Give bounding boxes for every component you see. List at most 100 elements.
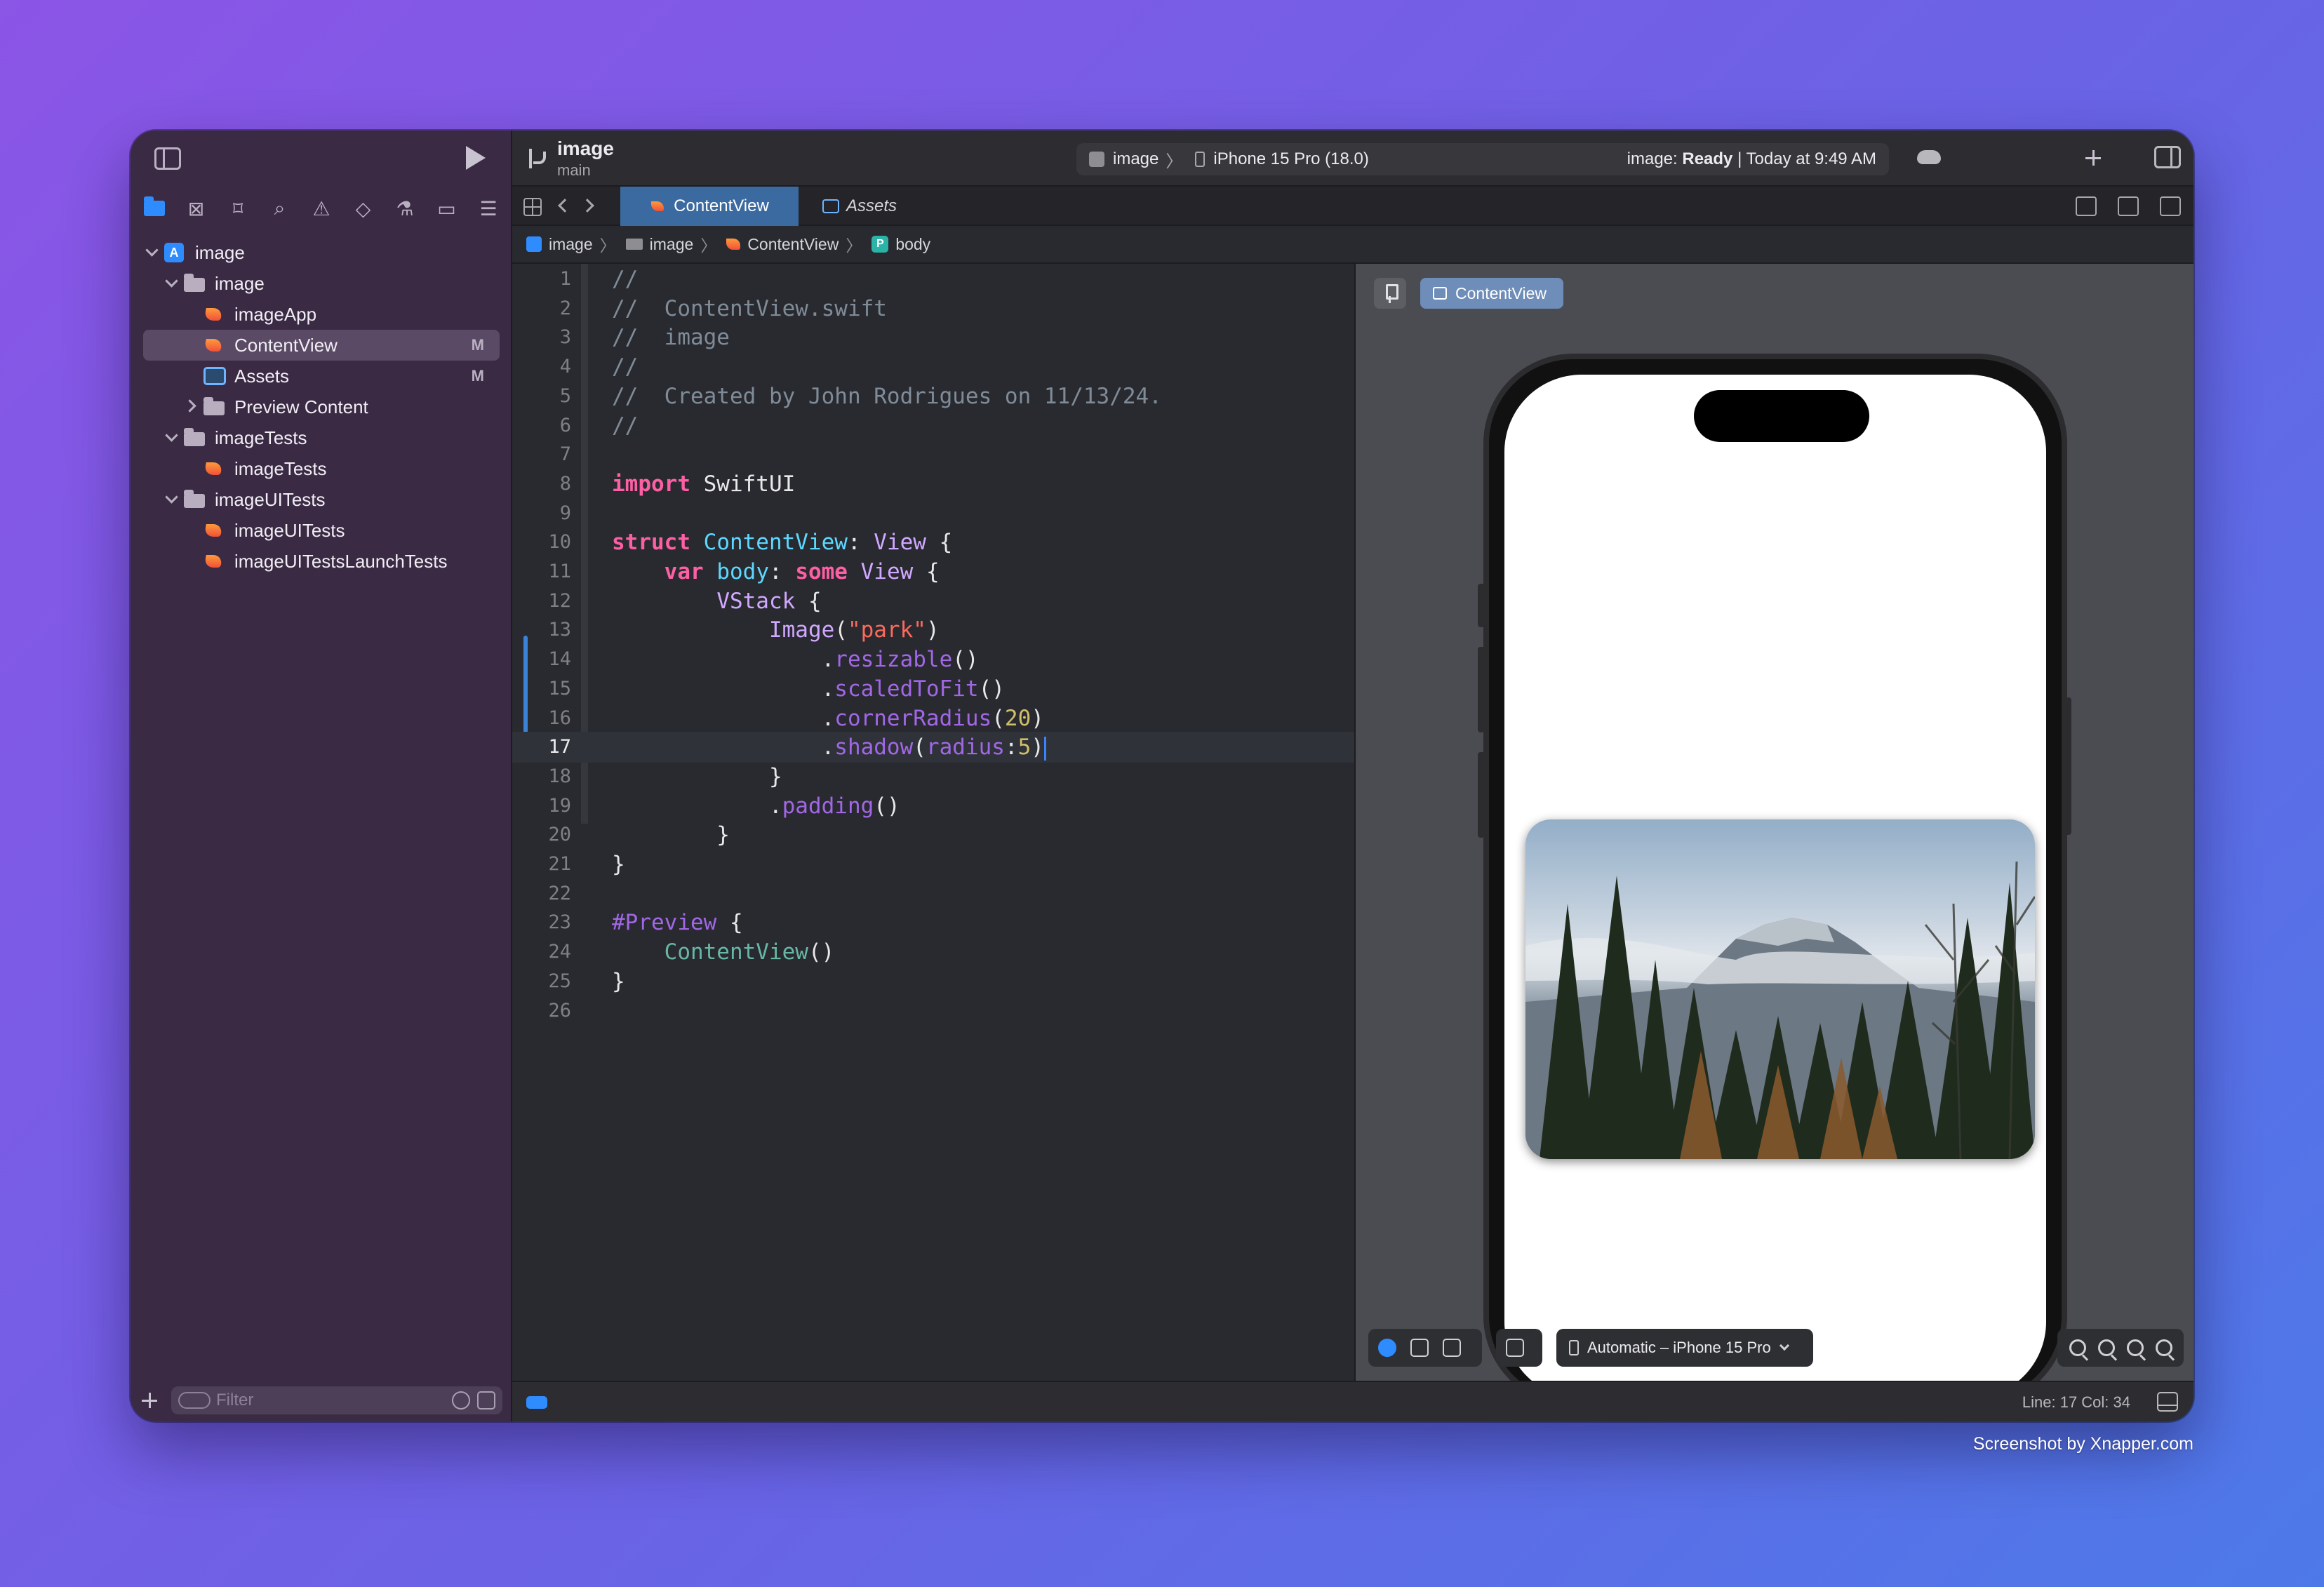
find-search-icon[interactable]: ⌕	[266, 194, 294, 222]
code-line[interactable]: 25}	[512, 966, 1354, 997]
report-icon[interactable]: ☰	[474, 194, 502, 222]
code-text: // ContentView.swift	[612, 295, 887, 321]
zoom-fit-icon[interactable]	[2097, 1339, 2115, 1356]
code-line[interactable]: 8 import SwiftUI	[512, 469, 1354, 500]
park-image[interactable]	[1525, 819, 2035, 1159]
project-navigator-folder-icon[interactable]	[140, 194, 168, 222]
code-line[interactable]: 18 }	[512, 761, 1354, 792]
tree-item-contentview[interactable]: ContentView M	[143, 330, 500, 361]
sidebar-toggle-icon[interactable]	[154, 147, 181, 170]
cloud-icon[interactable]	[1917, 150, 1941, 164]
chevron-back-icon[interactable]	[558, 199, 572, 213]
zoom-out-icon[interactable]	[2069, 1339, 2086, 1356]
split-editor-icon[interactable]	[2160, 196, 2181, 216]
chevron-down-icon[interactable]	[166, 276, 178, 289]
code-line[interactable]: 2 // ContentView.swift	[512, 293, 1354, 324]
tab-contentview[interactable]: ContentView	[620, 187, 799, 226]
chevron-right-icon[interactable]	[185, 400, 198, 413]
watermark-text: Screenshot by Xnapper.com	[1972, 1434, 2193, 1454]
preview-selector-chip[interactable]: ContentView	[1420, 278, 1563, 309]
code-line[interactable]: 16 .cornerRadius(20)	[512, 703, 1354, 734]
code-line[interactable]: 24 ContentView()	[512, 937, 1354, 967]
debug-area-toggle-icon[interactable]	[526, 1396, 547, 1409]
tree-item-imagetests[interactable]: imageTests	[131, 453, 512, 484]
source-control-icon[interactable]: ⊠	[182, 194, 211, 222]
variants-grid-icon[interactable]	[1443, 1339, 1461, 1357]
code-line[interactable]: 5 // Created by John Rodrigues on 11/13/2…	[512, 381, 1354, 412]
tree-item-imageuitests[interactable]: imageUITests	[131, 484, 512, 515]
code-line[interactable]: 4 //	[512, 351, 1354, 382]
code-line[interactable]: 19 .padding()	[512, 791, 1354, 822]
build-status: image: Ready | Today at 9:49 AM	[1627, 149, 1876, 168]
code-line[interactable]: 23 #Preview {	[512, 907, 1354, 938]
zoom-in-icon[interactable]	[2155, 1339, 2172, 1356]
code-line[interactable]: 13 Image("park")	[512, 615, 1354, 645]
editor-options-icon[interactable]	[2118, 196, 2139, 216]
code-line[interactable]: 17 .shadow(radius:5)	[512, 732, 1354, 763]
tab-assets[interactable]: Assets	[807, 187, 912, 226]
selectable-mode-icon[interactable]	[1410, 1339, 1429, 1357]
code-line[interactable]: 26	[512, 996, 1354, 1026]
code-text: // image	[612, 325, 730, 351]
chevron-down-icon[interactable]	[146, 246, 159, 258]
test-diamond-icon[interactable]: ◇	[349, 194, 378, 222]
code-line[interactable]: 11 var body: some View {	[512, 556, 1354, 587]
navigator-filter-field[interactable]: Filter	[171, 1386, 502, 1414]
library-plus-icon[interactable]	[2084, 149, 2102, 167]
source-control-filter-icon[interactable]	[477, 1391, 495, 1409]
bottom-panel-toggle-icon[interactable]	[2157, 1392, 2178, 1412]
tree-item-image[interactable]: Aimage	[131, 237, 512, 268]
branch-icon[interactable]	[526, 146, 547, 171]
device-settings-icon[interactable]	[1506, 1339, 1524, 1357]
tree-item-imagetests[interactable]: imageTests	[131, 422, 512, 453]
pin-icon[interactable]	[1374, 278, 1406, 309]
code-line[interactable]: 12 VStack {	[512, 586, 1354, 617]
chevron-down-icon[interactable]	[166, 493, 178, 505]
navigator-sidebar: ⊠ ⌑ ⌕ ⚠ ◇ ⚗ ▭ ☰ Aimage image imageApp Conte…	[131, 130, 512, 1421]
breakpoint-icon[interactable]: ▭	[433, 194, 461, 222]
breadcrumb-file[interactable]: ContentView	[726, 235, 839, 254]
tree-item-imageapp[interactable]: imageApp	[131, 299, 512, 330]
source-editor[interactable]: 1 // 2 // ContentView.swift 3 // image 4 // 5 // …	[512, 264, 1354, 1381]
scheme-selector[interactable]: image	[1113, 149, 1158, 169]
breadcrumb-project[interactable]: image	[526, 235, 593, 254]
code-line[interactable]: 14 .resizable()	[512, 644, 1354, 675]
code-line[interactable]: 15 .scaledToFit()	[512, 674, 1354, 704]
tree-item-label: imageTests	[234, 457, 327, 479]
code-line[interactable]: 6 //	[512, 410, 1354, 441]
inspector-toggle-icon[interactable]	[2154, 146, 2181, 168]
chevron-down-icon[interactable]	[166, 431, 178, 443]
tree-item-imageuitestslaunchtests[interactable]: imageUITestsLaunchTests	[131, 546, 512, 577]
zoom-actual-icon[interactable]	[2126, 1339, 2144, 1356]
breadcrumb-symbol[interactable]: Pbody	[872, 235, 930, 254]
add-file-plus-icon[interactable]	[140, 1391, 159, 1409]
code-text: }	[612, 822, 730, 848]
breadcrumb-group[interactable]: image	[625, 235, 693, 254]
debug-spray-icon[interactable]: ⚗	[391, 194, 419, 222]
chevron-forward-icon[interactable]	[580, 199, 594, 213]
code-line[interactable]: 7	[512, 439, 1354, 470]
tree-item-assets[interactable]: Assets M	[131, 361, 512, 391]
code-line[interactable]: 9	[512, 498, 1354, 529]
tree-item-imageuitests[interactable]: imageUITests	[131, 515, 512, 546]
code-line[interactable]: 22	[512, 878, 1354, 909]
code-line[interactable]: 1 //	[512, 264, 1354, 295]
swap-arrows-icon[interactable]	[2076, 196, 2097, 216]
modified-badge: M	[471, 367, 484, 384]
bookmark-icon[interactable]: ⌑	[224, 194, 252, 222]
code-line[interactable]: 10 struct ContentView: View {	[512, 527, 1354, 558]
code-line[interactable]: 20 }	[512, 819, 1354, 850]
tree-item-preview-content[interactable]: Preview Content	[131, 391, 512, 422]
run-play-icon[interactable]	[466, 146, 486, 170]
live-preview-icon[interactable]	[1378, 1339, 1396, 1357]
run-destination-selector[interactable]: iPhone 15 Pro (18.0)	[1213, 149, 1368, 169]
tree-item-image[interactable]: image	[131, 268, 512, 299]
preview-device-dropdown[interactable]: Automatic – iPhone 15 Pro	[1556, 1329, 1813, 1367]
recent-files-clock-icon[interactable]	[452, 1391, 470, 1409]
scheme-separator: 〉	[1166, 152, 1183, 171]
issue-warning-icon[interactable]: ⚠	[307, 194, 335, 222]
project-title[interactable]: image	[557, 138, 614, 160]
related-items-grid-icon[interactable]	[523, 198, 542, 216]
code-line[interactable]: 21}	[512, 849, 1354, 880]
code-line[interactable]: 3 // image	[512, 322, 1354, 353]
